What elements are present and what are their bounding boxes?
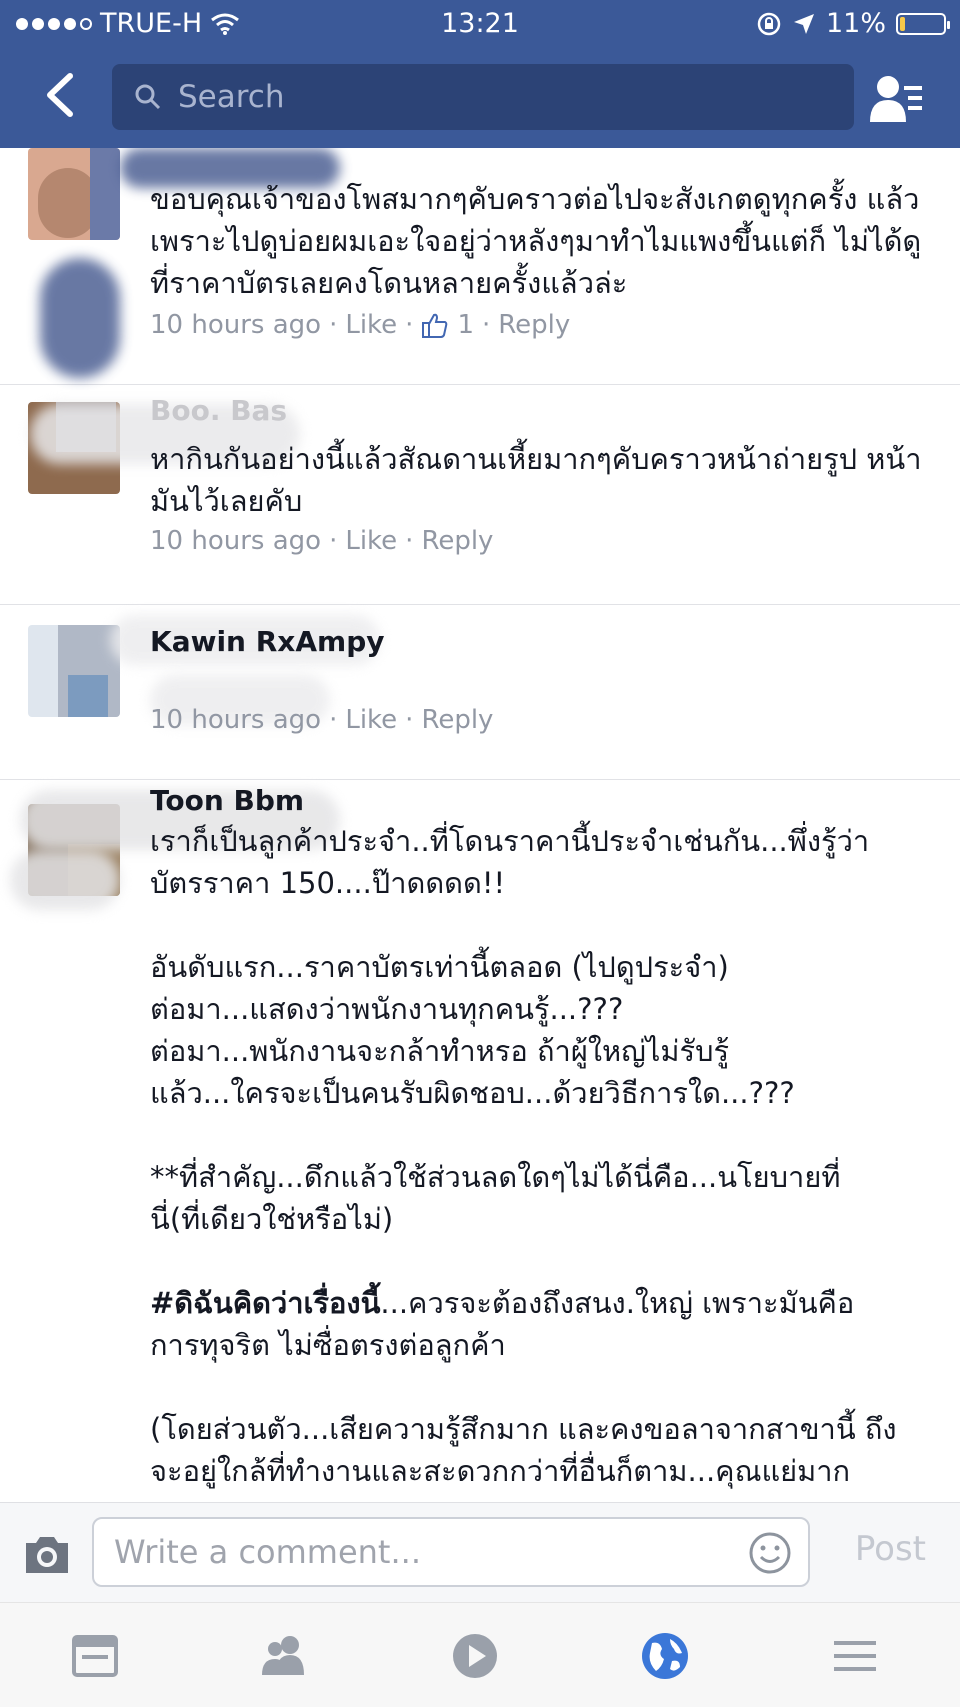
notifications-globe-icon[interactable] — [640, 1631, 690, 1681]
commenter-name[interactable]: Kawin RxAmpy — [150, 625, 385, 658]
avatar[interactable] — [28, 625, 120, 717]
like-link[interactable]: Like — [345, 526, 397, 556]
comment-meta: 10 hours ago · Like · Reply — [150, 526, 494, 556]
commenter-name[interactable]: Boo. Bas — [150, 394, 287, 427]
comment-text: หากินกันอย่างนี้แล้วสัณดานเหี้ยมากๆคับคร… — [150, 442, 922, 518]
reply-link[interactable]: Reply — [421, 526, 493, 556]
post-button[interactable]: Post — [855, 1529, 926, 1569]
comment-placeholder: Write a comment... — [114, 1533, 421, 1571]
emoji-icon[interactable] — [748, 1531, 792, 1575]
comment-meta: 10 hours ago · Like · Reply — [150, 705, 494, 735]
comment-time: 10 hours ago — [150, 526, 322, 556]
comment-text: เราก็เป็นลูกค้าประจำ..ที่โดนราคานี้ประจำ… — [150, 820, 940, 1492]
nav-bar: Search — [0, 48, 960, 148]
comment-composer: Write a comment... Post — [0, 1502, 960, 1603]
reply-link[interactable]: Reply — [498, 310, 570, 340]
comment-time: 10 hours ago — [150, 705, 322, 735]
commenter-name[interactable]: Toon Bbm — [150, 784, 304, 817]
friend-requests-icon[interactable] — [868, 74, 924, 124]
search-icon — [135, 84, 161, 110]
like-link[interactable]: Like — [345, 705, 397, 735]
comment-text: ขอบคุณเจ้าของโพสมากๆคับคราวต่อไปจะสังเกต… — [150, 182, 922, 300]
hashtag-link[interactable]: #ดิฉันคิดว่าเรื่องนี้ — [150, 1286, 380, 1320]
video-icon[interactable] — [450, 1631, 500, 1681]
like-link[interactable]: Like — [345, 310, 397, 340]
status-bar: TRUE-H 13:21 11% — [0, 0, 960, 48]
redacted-blob — [10, 850, 120, 910]
comment-item: Toon Bbm เราก็เป็นลูกค้าประจำ..ที่โดนราค… — [0, 780, 960, 1502]
friends-icon[interactable] — [260, 1631, 310, 1681]
rotation-lock-icon — [757, 12, 781, 35]
thumbs-up-icon — [422, 313, 448, 338]
news-feed-icon[interactable] — [70, 1631, 120, 1681]
like-count: 1 — [457, 310, 474, 340]
redacted-blob — [40, 258, 120, 378]
menu-icon[interactable] — [830, 1631, 880, 1681]
avatar[interactable] — [28, 148, 120, 240]
comment-text-part1: เราก็เป็นลูกค้าประจำ..ที่โดนราคานี้ประจำ… — [150, 824, 870, 1236]
search-input[interactable]: Search — [112, 64, 854, 130]
comment-item: Kawin RxAmpy 10 hours ago · Like · Reply — [0, 605, 960, 780]
location-icon — [793, 13, 814, 34]
tab-bar — [0, 1602, 960, 1707]
comment-input[interactable]: Write a comment... — [92, 1517, 810, 1587]
comment-meta: 10 hours ago · Like · 1 · Reply — [150, 310, 571, 340]
comments-list: ขอบคุณเจ้าของโพสมากๆคับคราวต่อไปจะสังเกต… — [0, 148, 960, 1502]
status-right: 11% — [756, 8, 950, 39]
camera-icon[interactable] — [22, 1533, 72, 1575]
battery-icon — [896, 12, 950, 35]
battery-percent: 11% — [825, 8, 886, 39]
comment-item: Boo. Bas หากินกันอย่างนี้แล้วสัณดานเหี้ย… — [0, 384, 960, 605]
comment-time: 10 hours ago — [150, 310, 322, 340]
comment-item: ขอบคุณเจ้าของโพสมากๆคับคราวต่อไปจะสังเกต… — [0, 148, 960, 385]
search-placeholder: Search — [178, 79, 285, 115]
reply-link[interactable]: Reply — [421, 705, 493, 735]
back-chevron-icon[interactable] — [38, 70, 88, 120]
